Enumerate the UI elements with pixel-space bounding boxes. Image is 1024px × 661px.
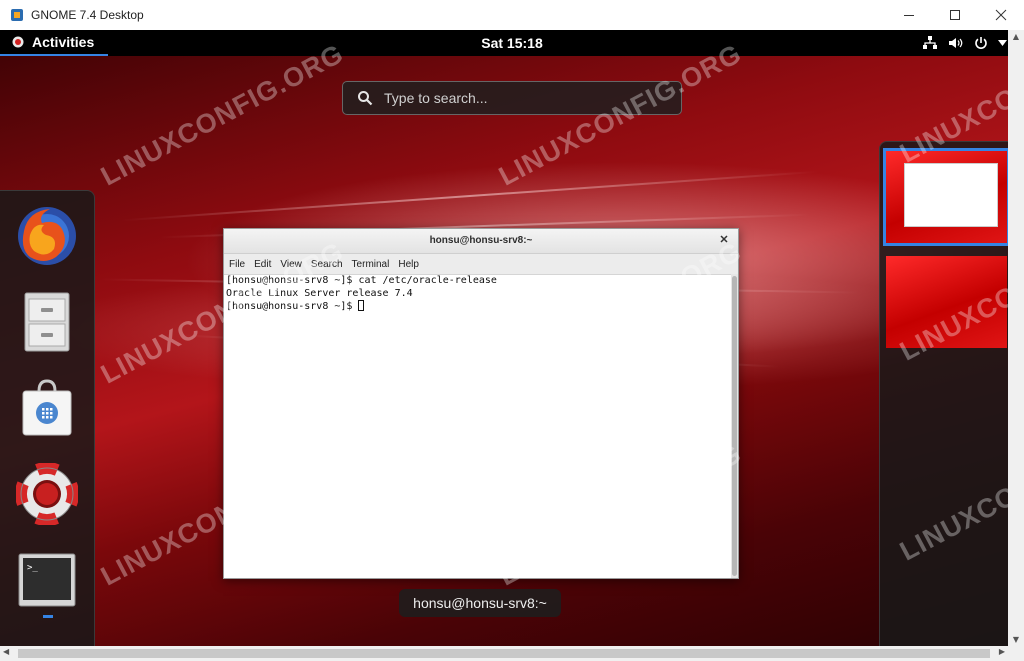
scroll-right-arrow-icon[interactable]: ▶ (999, 647, 1005, 656)
workspace-1-thumbnail[interactable] (883, 148, 1008, 246)
clock[interactable]: Sat 15:18 (0, 30, 1008, 56)
terminal-prompt: [honsu@honsu-srv8 ~]$ (226, 301, 359, 312)
terminal-line: [honsu@honsu-srv8 ~]$ cat /etc/oracle-re… (226, 275, 497, 286)
files-icon (24, 292, 70, 352)
help-launcher[interactable] (14, 461, 80, 527)
watermark: LINUXCONFIG.ORG (96, 38, 349, 192)
search-icon (358, 91, 373, 106)
terminal-scroll-thumb[interactable] (732, 276, 737, 576)
gnome-desktop: Activities Sat 15:18 Type to search... >… (0, 30, 1008, 646)
power-icon[interactable] (974, 36, 988, 50)
workspace-2-thumbnail[interactable] (886, 256, 1007, 348)
terminal-scrollbar[interactable] (731, 274, 738, 578)
horizontal-scroll-thumb[interactable] (18, 649, 990, 658)
terminal-title: honsu@honsu-srv8:~ (429, 235, 533, 246)
host-window-title: GNOME 7.4 Desktop (31, 8, 144, 22)
menu-file[interactable]: File (229, 259, 245, 270)
volume-icon[interactable] (948, 36, 964, 50)
scroll-up-arrow-icon[interactable]: ▲ (1008, 32, 1024, 41)
terminal-launcher[interactable]: >_ (14, 547, 80, 613)
watermark: LINUXCONFIG.ORG (494, 38, 747, 192)
host-window-titlebar: GNOME 7.4 Desktop (0, 0, 1024, 30)
virtualbox-app-icon (9, 7, 25, 23)
dash: >_ (0, 190, 95, 646)
terminal-prompt-line: [honsu@honsu-srv8 ~]$ (226, 300, 728, 314)
files-launcher[interactable] (14, 289, 80, 355)
scrollbar-corner (1008, 646, 1024, 661)
menu-view[interactable]: View (280, 259, 302, 270)
terminal-titlebar[interactable]: honsu@honsu-srv8:~ (224, 229, 738, 254)
close-button[interactable] (978, 0, 1024, 30)
software-launcher[interactable] (14, 375, 80, 441)
menu-edit[interactable]: Edit (254, 259, 271, 270)
chevron-down-icon[interactable] (998, 40, 1007, 46)
search-input[interactable] (382, 89, 656, 107)
menu-search[interactable]: Search (311, 259, 343, 270)
maximize-icon (950, 10, 960, 20)
terminal-output[interactable]: [honsu@honsu-srv8 ~]$ cat /etc/oracle-re… (224, 274, 730, 578)
close-icon (995, 9, 1007, 21)
minimize-button[interactable] (886, 0, 932, 30)
window-caption: honsu@honsu-srv8:~ (399, 589, 561, 617)
firefox-launcher[interactable] (14, 203, 80, 269)
help-icon (16, 463, 78, 525)
scroll-left-arrow-icon[interactable]: ◀ (3, 647, 9, 656)
horizontal-scrollbar[interactable]: ◀ ▶ (0, 646, 1008, 661)
close-icon (720, 235, 728, 243)
overview-search[interactable] (342, 81, 682, 115)
workspace-window-preview (904, 163, 998, 227)
menu-terminal[interactable]: Terminal (352, 259, 390, 270)
firefox-icon (18, 207, 76, 265)
minimize-icon (904, 15, 914, 16)
maximize-button[interactable] (932, 0, 978, 30)
menu-help[interactable]: Help (398, 259, 419, 270)
software-icon (22, 379, 72, 436)
terminal-menubar: File Edit View Search Terminal Help (224, 254, 738, 275)
system-tray[interactable] (922, 30, 1008, 56)
terminal-cursor (358, 300, 365, 311)
terminal-close-button[interactable] (716, 233, 732, 249)
wallpaper-streak (120, 170, 820, 222)
terminal-icon: >_ (18, 553, 76, 607)
gnome-top-bar: Activities Sat 15:18 (0, 30, 1008, 56)
terminal-line: Oracle Linux Server release 7.4 (226, 287, 413, 299)
workspace-switcher (879, 141, 1008, 646)
scroll-down-arrow-icon[interactable]: ▼ (1008, 635, 1024, 644)
network-icon[interactable] (922, 36, 938, 50)
running-indicator (43, 615, 53, 618)
vertical-scrollbar[interactable]: ▲ ▼ (1008, 30, 1024, 646)
terminal-window[interactable]: honsu@honsu-srv8:~ File Edit View Search… (223, 228, 739, 579)
svg-text:>_: >_ (27, 563, 38, 573)
